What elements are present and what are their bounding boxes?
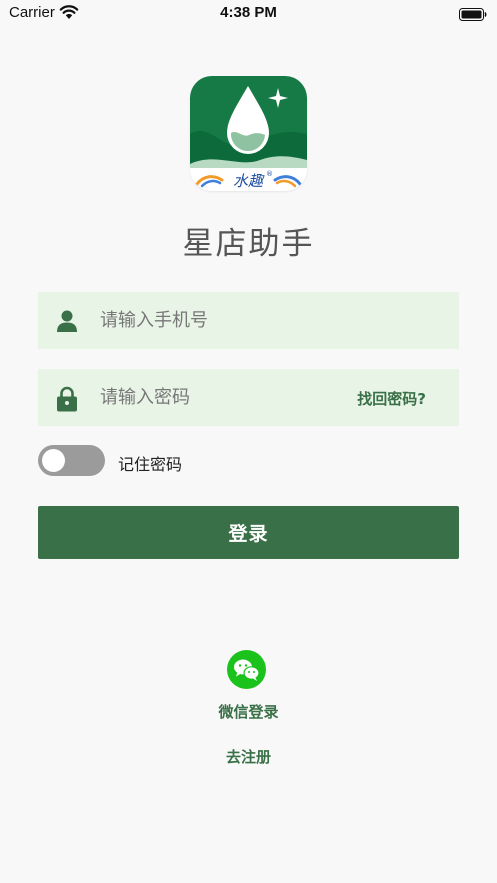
remember-password-label: 记住密码	[118, 455, 183, 474]
password-input[interactable]	[100, 369, 330, 426]
phone-input[interactable]	[100, 292, 330, 349]
register-link[interactable]: 去注册	[0, 746, 497, 767]
page-title: 星店助手	[182, 226, 315, 262]
logo-registered-mark: ®	[266, 170, 273, 178]
wechat-icon	[227, 659, 266, 693]
app-logo: 水趣 ®	[190, 76, 307, 191]
status-bar: Carrier 4:38 PM	[0, 0, 497, 26]
remember-password-toggle[interactable]	[38, 445, 105, 476]
status-time: 4:38 PM	[220, 4, 277, 21]
toggle-knob	[42, 449, 65, 472]
logo-brand-text: 水趣	[233, 172, 265, 190]
wechat-login-label[interactable]: 微信登录	[0, 701, 497, 722]
battery-icon	[459, 6, 487, 25]
forgot-password-link[interactable]: 找回密码?	[357, 388, 426, 409]
phone-field[interactable]	[38, 292, 459, 349]
lock-icon	[56, 386, 78, 412]
login-button[interactable]: 登录	[38, 506, 459, 559]
password-field[interactable]: 找回密码?	[38, 369, 459, 426]
user-icon	[56, 309, 78, 333]
wechat-login-button[interactable]	[227, 650, 266, 689]
